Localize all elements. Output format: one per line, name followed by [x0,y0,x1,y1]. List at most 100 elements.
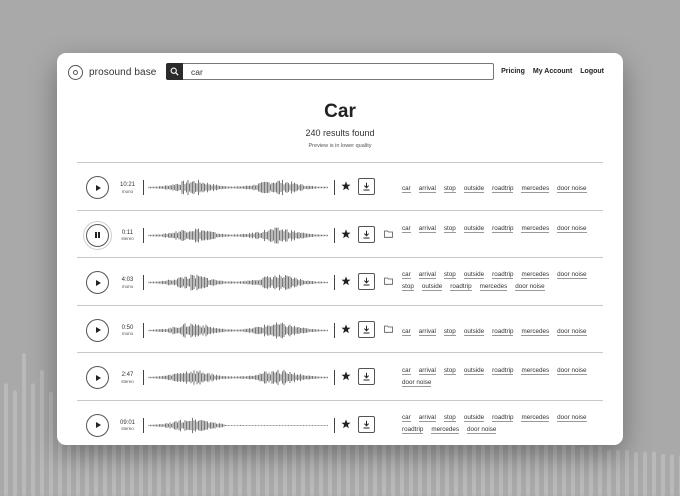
waveform[interactable] [143,416,335,435]
download-button[interactable] [358,225,375,243]
download-button[interactable] [358,368,375,385]
tag[interactable]: roadtrip [492,328,514,336]
tag[interactable]: arrival [418,414,436,422]
duration: 0:11 [121,229,134,236]
star-icon[interactable] [341,276,351,286]
result-row: 09:01 stereo car arrival stop outside roadtrip… [77,401,603,446]
play-button[interactable] [86,176,109,199]
tag[interactable]: stop [443,185,456,194]
pricing-link[interactable]: Pricing [501,68,525,75]
search-button[interactable] [166,63,183,80]
search-icon [170,67,179,76]
tag[interactable]: roadtrip [402,426,424,434]
play-button[interactable] [86,366,109,389]
tag[interactable]: mercedes [521,414,550,422]
pause-button[interactable] [86,223,109,247]
tag[interactable]: outside [463,414,485,422]
folder-icon[interactable] [384,277,393,285]
tag[interactable]: stop [443,225,456,233]
download-button[interactable] [358,320,375,338]
tag-list: car arrival stop outside roadtrip mercedes doo… [402,414,592,434]
tag[interactable]: outside [463,225,485,233]
tag[interactable]: stop [402,283,414,292]
star-icon[interactable] [341,371,351,381]
tag[interactable]: car [402,271,411,280]
tag[interactable]: car [402,367,411,376]
folder-icon[interactable] [384,230,393,238]
download-button[interactable] [358,273,375,290]
waveform[interactable] [143,368,335,387]
tag[interactable]: mercedes [521,225,550,233]
play-button[interactable] [86,413,109,437]
tag[interactable]: roadtrip [492,271,514,280]
tag[interactable]: outside [463,328,485,336]
star-icon[interactable] [341,323,351,334]
tag[interactable]: car [402,225,411,233]
tag[interactable]: stop [443,328,456,336]
star-icon[interactable] [341,418,351,429]
star-icon[interactable] [341,181,351,191]
tag[interactable]: mercedes [431,426,460,434]
channel-mode: mono [121,188,134,194]
tag[interactable]: stop [443,367,456,376]
play-icon [96,279,101,286]
my-account-link[interactable]: My Account [533,68,572,75]
tag[interactable]: arrival [418,328,436,336]
search-input[interactable] [183,63,494,80]
tag[interactable]: roadtrip [450,283,472,292]
star-icon[interactable] [341,228,351,239]
tag[interactable]: roadtrip [492,367,514,376]
header: prosound base Pricing My Account Logout [57,53,623,93]
folder-icon[interactable] [384,325,393,333]
tag[interactable]: door noise [515,283,545,292]
tag[interactable]: door noise [402,379,432,388]
tag[interactable]: arrival [418,271,436,280]
tag[interactable]: roadtrip [492,225,514,233]
result-row: 0:11 stereo car arrival stop outside roadtrip m… [77,211,603,258]
tag[interactable]: door noise [557,367,587,376]
tag[interactable]: mercedes [521,328,550,336]
tag[interactable]: outside [463,271,485,280]
tag[interactable]: mercedes [521,271,550,280]
tag[interactable]: mercedes [521,185,550,194]
app-window: prosound base Pricing My Account Logout … [57,53,623,445]
tag[interactable]: roadtrip [492,185,514,194]
tag[interactable]: arrival [418,185,436,194]
tag[interactable]: stop [443,414,456,422]
play-button[interactable] [86,318,109,342]
duration-info: 09:01 stereo [115,420,140,432]
tag[interactable]: mercedes [479,283,508,292]
tag[interactable]: mercedes [521,367,550,376]
waveform[interactable] [143,273,335,292]
waveform[interactable] [143,178,335,197]
tag[interactable]: stop [443,271,456,280]
tag[interactable]: outside [463,367,485,376]
more-icon[interactable]: ·· [588,232,594,238]
tag[interactable]: car [402,414,411,422]
tag[interactable]: door noise [557,271,587,280]
logout-link[interactable]: Logout [580,68,604,75]
tag[interactable]: door noise [467,426,497,434]
duration: 10:21 [119,182,135,188]
tag[interactable]: car [402,185,411,194]
download-button[interactable] [358,178,375,195]
tag[interactable]: car [402,328,411,336]
download-button[interactable] [358,415,375,433]
waveform[interactable] [143,226,335,245]
tag[interactable]: outside [421,283,443,292]
logo[interactable]: prosound base [68,65,156,80]
download-icon [363,372,370,381]
tag[interactable]: arrival [418,225,436,233]
tag[interactable]: door noise [557,414,587,422]
waveform[interactable] [143,321,335,340]
tag[interactable]: door noise [557,185,587,194]
tag[interactable]: outside [463,185,485,194]
play-button[interactable] [86,271,109,294]
tag[interactable]: roadtrip [492,414,514,422]
search-bar [166,63,494,80]
tag[interactable]: door noise [557,328,587,336]
duration: 4:03 [121,277,134,283]
tag[interactable]: arrival [418,367,436,376]
tag[interactable]: door noise [557,225,587,233]
duration-info: 0:50 mono [115,325,140,337]
